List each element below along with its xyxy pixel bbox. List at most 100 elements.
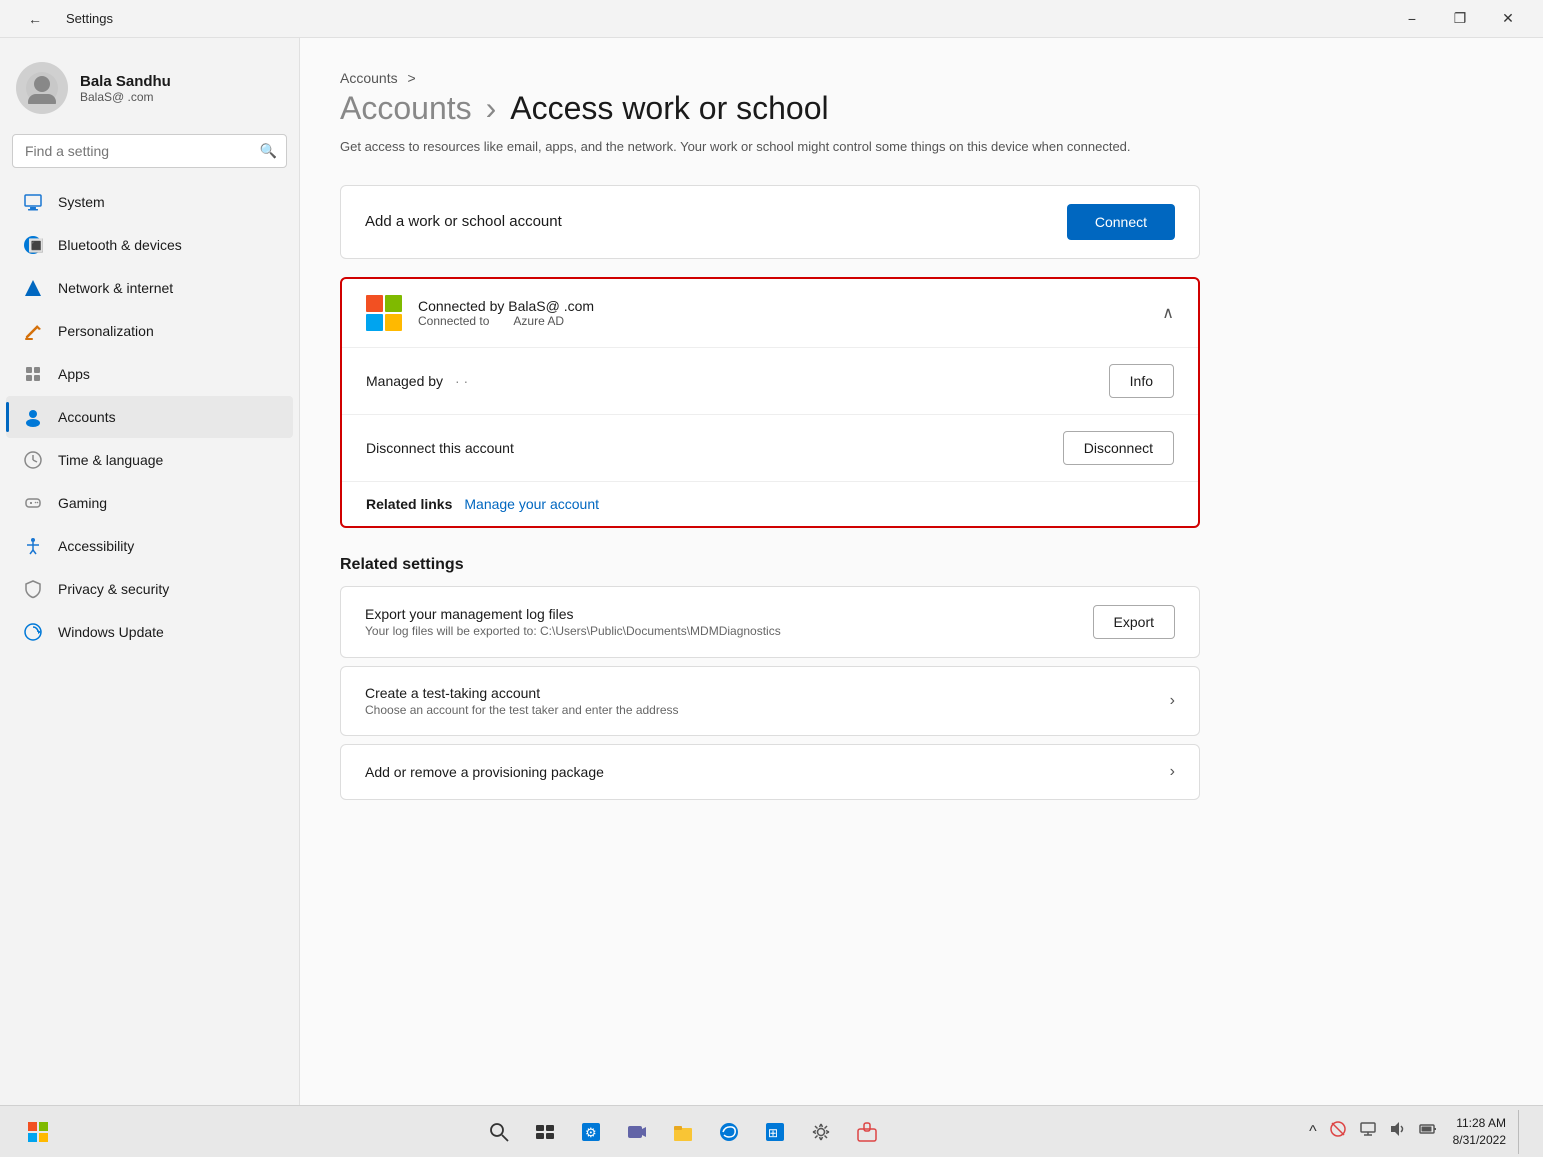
testtaking-text: Create a test-taking account Choose an a… xyxy=(365,685,1170,717)
provisioning-chevron: › xyxy=(1170,763,1175,781)
network-icon xyxy=(22,277,44,299)
connect-label: Add a work or school account xyxy=(365,213,562,230)
disconnect-row: Disconnect this account Disconnect xyxy=(342,415,1198,482)
sidebar-item-gaming[interactable]: Gaming xyxy=(6,482,293,524)
svg-text:⚙: ⚙ xyxy=(585,1125,597,1140)
provisioning-title: Add or remove a provisioning package xyxy=(365,764,1170,780)
info-button[interactable]: Info xyxy=(1109,364,1174,398)
gaming-icon xyxy=(22,492,44,514)
taskbar-gear-button[interactable] xyxy=(799,1110,843,1154)
update-icon xyxy=(22,621,44,643)
export-title: Export your management log files xyxy=(365,606,1093,622)
taskbar-time: 11:28 AM xyxy=(1453,1115,1506,1132)
sidebar-nav: System 🔳 Bluetooth & devices Network & i… xyxy=(0,180,299,1093)
time-icon xyxy=(22,449,44,471)
export-desc: Your log files will be exported to: C:\U… xyxy=(365,624,1093,638)
related-links-row: Related links Manage your account xyxy=(342,482,1198,526)
show-desktop-button[interactable] xyxy=(1518,1110,1527,1154)
taskbar-fileexplorer-button[interactable] xyxy=(661,1110,705,1154)
related-settings-title: Related settings xyxy=(340,556,1503,574)
page-breadcrumb-title: Accounts xyxy=(340,90,472,127)
taskbar-edge-button[interactable] xyxy=(707,1110,751,1154)
taskbar-icons: ⚙ ⊞ xyxy=(64,1110,1301,1154)
accessibility-icon xyxy=(22,535,44,557)
related-settings: Related settings Export your management … xyxy=(340,556,1503,800)
taskbar-meet-button[interactable] xyxy=(615,1110,659,1154)
back-button[interactable]: ← xyxy=(12,3,58,35)
sidebar-item-apps[interactable]: Apps xyxy=(6,353,293,395)
profile-name: Bala Sandhu xyxy=(80,73,171,90)
restore-button[interactable]: ❐ xyxy=(1437,3,1483,35)
sidebar-item-accounts[interactable]: Accounts xyxy=(6,396,293,438)
testtaking-row[interactable]: Create a test-taking account Choose an a… xyxy=(341,667,1199,735)
taskbar-search-button[interactable] xyxy=(477,1110,521,1154)
account-card-header: Connected by BalaS@ .com Connected to Az… xyxy=(342,279,1198,348)
managed-by-row: Managed by · · Info xyxy=(342,348,1198,415)
taskbar-tool-button[interactable] xyxy=(845,1110,889,1154)
page-description: Get access to resources like email, apps… xyxy=(340,137,1160,157)
taskbar-settings-pinned[interactable]: ⚙ xyxy=(569,1110,613,1154)
avatar xyxy=(16,62,68,114)
sidebar-item-personalization[interactable]: Personalization xyxy=(6,310,293,352)
sidebar-search[interactable]: 🔍 xyxy=(12,134,287,168)
profile-email: BalaS@ .com xyxy=(80,90,171,104)
start-button[interactable] xyxy=(16,1110,60,1154)
minimize-button[interactable]: − xyxy=(1389,3,1435,35)
taskbar-sys-icons: ^ xyxy=(1305,1116,1441,1147)
breadcrumb-parent: Accounts xyxy=(340,70,398,86)
taskbar-display-icon[interactable] xyxy=(1355,1116,1381,1147)
sidebar-item-time-label: Time & language xyxy=(58,452,163,468)
settings-card-testtaking[interactable]: Create a test-taking account Choose an a… xyxy=(340,666,1200,736)
disconnect-button[interactable]: Disconnect xyxy=(1063,431,1174,465)
account-card-chevron-up[interactable]: ∧ xyxy=(1162,303,1174,323)
search-icon: 🔍 xyxy=(260,143,277,160)
sidebar-item-network[interactable]: Network & internet xyxy=(6,267,293,309)
account-card-sub: Connected to Azure AD xyxy=(418,314,1146,328)
account-connected-by: Connected by BalaS@ .com xyxy=(418,298,1146,314)
provisioning-row[interactable]: Add or remove a provisioning package › xyxy=(341,745,1199,799)
sidebar-item-gaming-label: Gaming xyxy=(58,495,107,511)
disconnect-label: Disconnect this account xyxy=(366,440,514,456)
export-button[interactable]: Export xyxy=(1093,605,1175,639)
sidebar-item-accessibility-label: Accessibility xyxy=(58,538,134,554)
sidebar-item-personalization-label: Personalization xyxy=(58,323,154,339)
page-breadcrumb-chevron: › xyxy=(486,90,497,127)
privacy-icon xyxy=(22,578,44,600)
app-body: Bala Sandhu BalaS@ .com 🔍 System 🔳 xyxy=(0,38,1543,1105)
testtaking-title: Create a test-taking account xyxy=(365,685,1170,701)
taskbar-sys-tray: ^ 11:28 AM 8/31/2022 xyxy=(1305,1110,1527,1154)
settings-card-provisioning[interactable]: Add or remove a provisioning package › xyxy=(340,744,1200,800)
sidebar-item-privacy[interactable]: Privacy & security xyxy=(6,568,293,610)
connect-button[interactable]: Connect xyxy=(1067,204,1175,240)
sidebar-item-bluetooth[interactable]: 🔳 Bluetooth & devices xyxy=(6,224,293,266)
ms-logo-blue xyxy=(366,314,383,331)
sidebar-item-bluetooth-label: Bluetooth & devices xyxy=(58,237,182,253)
sidebar-item-time[interactable]: Time & language xyxy=(6,439,293,481)
account-card-info: Connected by BalaS@ .com Connected to Az… xyxy=(418,298,1146,328)
sidebar-item-update[interactable]: Windows Update xyxy=(6,611,293,653)
manage-account-link[interactable]: Manage your account xyxy=(464,496,599,512)
taskbar-chevron-icon[interactable]: ^ xyxy=(1305,1119,1321,1145)
export-row: Export your management log files Your lo… xyxy=(341,587,1199,657)
taskbar-battery-icon[interactable] xyxy=(1415,1116,1441,1147)
taskbar-network-icon[interactable] xyxy=(1325,1116,1351,1147)
breadcrumb: Accounts > xyxy=(340,70,1503,86)
close-button[interactable]: ✕ xyxy=(1485,3,1531,35)
sidebar-item-accessibility[interactable]: Accessibility xyxy=(6,525,293,567)
sidebar-profile-info: Bala Sandhu BalaS@ .com xyxy=(80,73,171,104)
ms-logo-red xyxy=(366,295,383,312)
taskbar-store-button[interactable]: ⊞ xyxy=(753,1110,797,1154)
svg-text:⊞: ⊞ xyxy=(768,1126,778,1140)
sidebar-item-apps-label: Apps xyxy=(58,366,90,382)
bluetooth-icon: 🔳 xyxy=(22,234,44,256)
apps-icon xyxy=(22,363,44,385)
search-input[interactable] xyxy=(12,134,287,168)
sidebar-item-system[interactable]: System xyxy=(6,181,293,223)
titlebar-controls: − ❐ ✕ xyxy=(1389,3,1531,35)
taskbar-clock[interactable]: 11:28 AM 8/31/2022 xyxy=(1445,1111,1514,1153)
taskbar-taskview-button[interactable] xyxy=(523,1110,567,1154)
taskbar-volume-icon[interactable] xyxy=(1385,1116,1411,1147)
sidebar-item-accounts-label: Accounts xyxy=(58,409,116,425)
testtaking-chevron: › xyxy=(1170,692,1175,710)
related-links-label: Related links xyxy=(366,496,452,512)
